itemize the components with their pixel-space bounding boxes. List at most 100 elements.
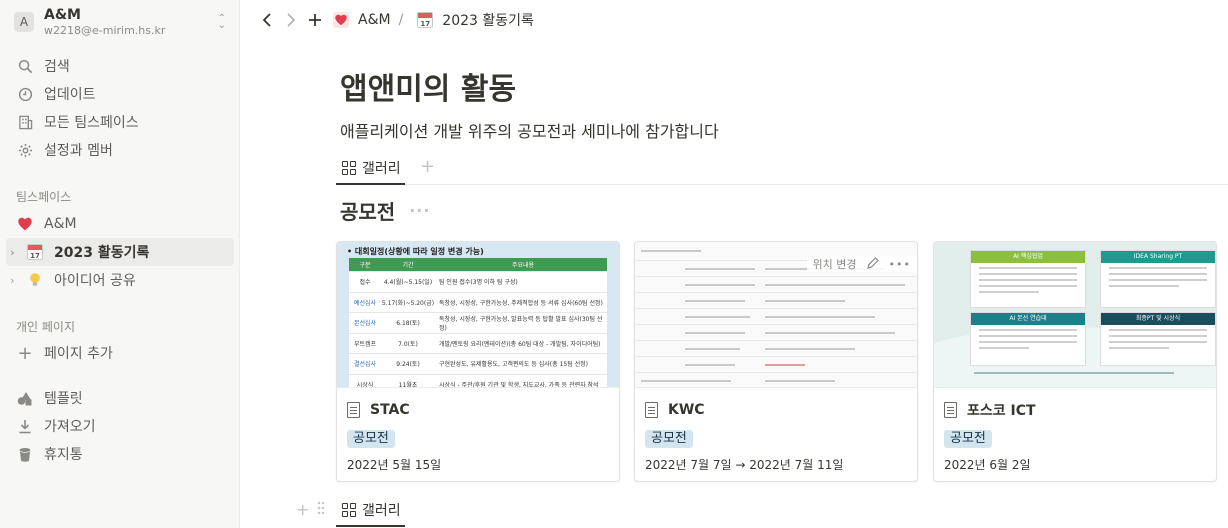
card-title: STAC bbox=[347, 400, 609, 420]
page-doc-icon bbox=[944, 402, 957, 418]
table-row: 부트캠프 7.0(토) 개발/멘토링 요리(멘테이션)(총 60팀 대상 - 개발팀… bbox=[349, 333, 607, 354]
reposition-cover-button[interactable]: 위치 변경 bbox=[813, 256, 857, 272]
calendar-icon: 17 bbox=[417, 12, 434, 28]
personal-section-label: 개인 페이지 bbox=[16, 320, 76, 334]
table-row: 결선심사 9.24(토) 구현완성도, 유제활용도, 고객편의도 등 심사(총 15… bbox=[349, 354, 607, 375]
edit-pencil-icon[interactable] bbox=[866, 256, 879, 272]
tab-label: 갤러리 bbox=[362, 503, 401, 519]
card-tag: 공모전 bbox=[944, 430, 992, 448]
breadcrumb: A&M / 17 2023 활동기록 bbox=[332, 10, 534, 30]
sidebar-item-label: 모든 팀스페이스 bbox=[44, 115, 139, 131]
new-page-plus-icon[interactable] bbox=[304, 9, 326, 31]
cover-schedule-table: 구분 기간 주요내용 접수 4.4(월)~5.15(일) 팀 인원 접수(3명 이하… bbox=[349, 258, 607, 387]
chevron-right-icon[interactable]: › bbox=[10, 246, 22, 259]
group-title[interactable]: 공모전 bbox=[340, 196, 395, 225]
card-title: KWC bbox=[645, 400, 907, 420]
clock-icon bbox=[16, 85, 34, 103]
sidebar-item-search[interactable]: 검색 bbox=[6, 52, 234, 80]
gallery-card-kwc[interactable]: 위치 변경 ••• KWC 공모전 2022년 7월 7일 → 2022년 7월… bbox=[634, 241, 918, 482]
card-date: 2022년 5월 15일 bbox=[347, 458, 442, 472]
breadcrumb-separator: / bbox=[398, 12, 404, 28]
topbar: A&M / 17 2023 활동기록 bbox=[240, 0, 1228, 40]
sidebar: A A&M w2218@e-mirim.hs.kr ⌃ ⌄ 검색 업데이트 모든 … bbox=[0, 0, 240, 528]
shapes-icon bbox=[16, 389, 34, 407]
card-tag: 공모전 bbox=[645, 430, 693, 448]
gear-icon bbox=[16, 141, 34, 159]
sidebar-item-label: 설정과 멤버 bbox=[44, 143, 113, 159]
trash-icon bbox=[16, 445, 34, 463]
table-row: 시상식 11월초 시상식 - 주관/후원 기관 및 학생, 지도교사, 가족 등 관… bbox=[349, 374, 607, 387]
sidebar-item-label: 아이디어 공유 bbox=[54, 273, 136, 289]
sidebar-item-label: 2023 활동기록 bbox=[54, 245, 150, 261]
card-date: 2022년 6월 2일 bbox=[944, 458, 1031, 472]
calendar-icon: 17 bbox=[26, 243, 44, 261]
group-header: 공모전 ··· bbox=[340, 196, 430, 225]
card-tag: 공모전 bbox=[347, 430, 395, 448]
page-doc-icon bbox=[347, 402, 360, 418]
heart-icon bbox=[16, 215, 34, 233]
main-content: A&M / 17 2023 활동기록 앱앤미의 활동 애플리케이션 개발 위주의… bbox=[240, 0, 1228, 528]
sidebar-item-label: 업데이트 bbox=[44, 87, 96, 103]
teamspace-section-label: 팀스페이스 bbox=[16, 190, 72, 204]
tab-gallery[interactable]: 갤러리 bbox=[336, 152, 405, 185]
sidebar-item-2023-activity[interactable]: › 17 2023 활동기록 bbox=[6, 238, 234, 266]
gallery-grid-icon bbox=[342, 160, 356, 175]
building-icon bbox=[16, 113, 34, 131]
page-title[interactable]: 앱앤미의 활동 bbox=[340, 64, 516, 108]
gallery-card-stac[interactable]: • 대회일정(상황에 따라 일정 변경 가능) 구분 기간 주요내용 접수 4.4… bbox=[336, 241, 620, 482]
card-cover-image: 위치 변경 ••• bbox=[635, 242, 917, 388]
card-more-icon[interactable]: ••• bbox=[889, 258, 911, 271]
search-icon bbox=[16, 57, 34, 75]
sidebar-item-trash[interactable]: 휴지통 bbox=[6, 440, 234, 468]
drag-handle-icon[interactable] bbox=[317, 500, 325, 519]
database-view-bar: 갤러리 + bbox=[336, 152, 1228, 185]
group-more-icon[interactable]: ··· bbox=[409, 201, 430, 220]
workspace-switcher[interactable]: A A&M w2218@e-mirim.hs.kr ⌃ ⌄ bbox=[14, 7, 230, 37]
card-title: 포스코 ICT bbox=[944, 400, 1206, 420]
sidebar-item-updates[interactable]: 업데이트 bbox=[6, 80, 234, 108]
sidebar-item-templates[interactable]: 템플릿 bbox=[6, 384, 234, 412]
add-block-plus-icon[interactable]: + bbox=[296, 500, 309, 519]
forward-arrow-icon[interactable] bbox=[280, 9, 302, 31]
sidebar-item-import[interactable]: 가져오기 bbox=[6, 412, 234, 440]
tab-label: 갤러리 bbox=[362, 160, 401, 177]
page-description[interactable]: 애플리케이션 개발 위주의 공모전과 세미나에 참가합니다 bbox=[340, 118, 719, 142]
page-doc-icon bbox=[645, 402, 658, 418]
table-row: 접수 4.4(월)~5.15(일) 팀 인원 접수(3명 이하 팀 구성) bbox=[349, 272, 607, 293]
card-cover-image: AI 핵심협업 IDEA Sharing PT AI 본선 연습대 최종PT 및… bbox=[934, 242, 1216, 388]
breadcrumb-current-page[interactable]: 2023 활동기록 bbox=[442, 10, 534, 30]
card-cover-image: • 대회일정(상황에 따라 일정 변경 가능) 구분 기간 주요내용 접수 4.4… bbox=[337, 242, 619, 388]
table-row: 본선심사 6.18(토) 독창성, 시장성, 구현가능성, 발표능력 등 탑활 발표… bbox=[349, 313, 607, 334]
cover-overlay-toolbar: 위치 변경 ••• bbox=[806, 256, 917, 272]
tab-gallery-2[interactable]: 갤러리 bbox=[336, 495, 405, 527]
sidebar-item-all-teamspaces[interactable]: 모든 팀스페이스 bbox=[6, 108, 234, 136]
workspace-avatar: A bbox=[14, 12, 34, 32]
table-row: 구분 기간 주요내용 bbox=[349, 258, 607, 272]
add-page-button[interactable]: + 페이지 추가 bbox=[6, 339, 234, 367]
workspace-name: A&M bbox=[44, 7, 81, 23]
card-date: 2022년 7월 7일 → 2022년 7월 11일 bbox=[645, 458, 844, 472]
chevron-updown-icon[interactable]: ⌃ ⌄ bbox=[218, 14, 226, 31]
add-view-button[interactable]: + bbox=[420, 156, 435, 177]
sidebar-item-idea-share[interactable]: › 아이디어 공유 bbox=[6, 266, 234, 294]
cover-heading: • 대회일정(상황에 따라 일정 변경 가능) bbox=[347, 247, 484, 256]
back-arrow-icon[interactable] bbox=[256, 9, 278, 31]
table-row: 예선심사 5.17(화)~5.20(금) 독창성, 시장성, 구현가능성, 주제적합… bbox=[349, 292, 607, 313]
block-handles: + bbox=[296, 500, 333, 519]
chevron-right-icon[interactable]: › bbox=[10, 274, 22, 287]
sidebar-item-label: 휴지통 bbox=[44, 447, 83, 463]
lightbulb-icon bbox=[26, 271, 44, 289]
workspace-email: w2218@e-mirim.hs.kr bbox=[44, 24, 166, 37]
plus-icon: + bbox=[17, 342, 33, 364]
sidebar-item-label: A&M bbox=[44, 216, 77, 232]
sidebar-item-settings[interactable]: 설정과 멤버 bbox=[6, 136, 234, 164]
sidebar-item-am[interactable]: A&M bbox=[6, 210, 234, 238]
gallery-card-posco-ict[interactable]: AI 핵심협업 IDEA Sharing PT AI 본선 연습대 최종PT 및… bbox=[933, 241, 1217, 482]
sidebar-item-label: 가져오기 bbox=[44, 419, 96, 435]
notion-app: A A&M w2218@e-mirim.hs.kr ⌃ ⌄ 검색 업데이트 모든 … bbox=[0, 0, 1228, 528]
breadcrumb-root[interactable]: A&M bbox=[358, 12, 391, 28]
gallery-grid-icon bbox=[342, 503, 356, 517]
heart-icon bbox=[332, 11, 350, 29]
sidebar-item-label: 페이지 추가 bbox=[44, 346, 113, 362]
download-icon bbox=[16, 417, 34, 435]
